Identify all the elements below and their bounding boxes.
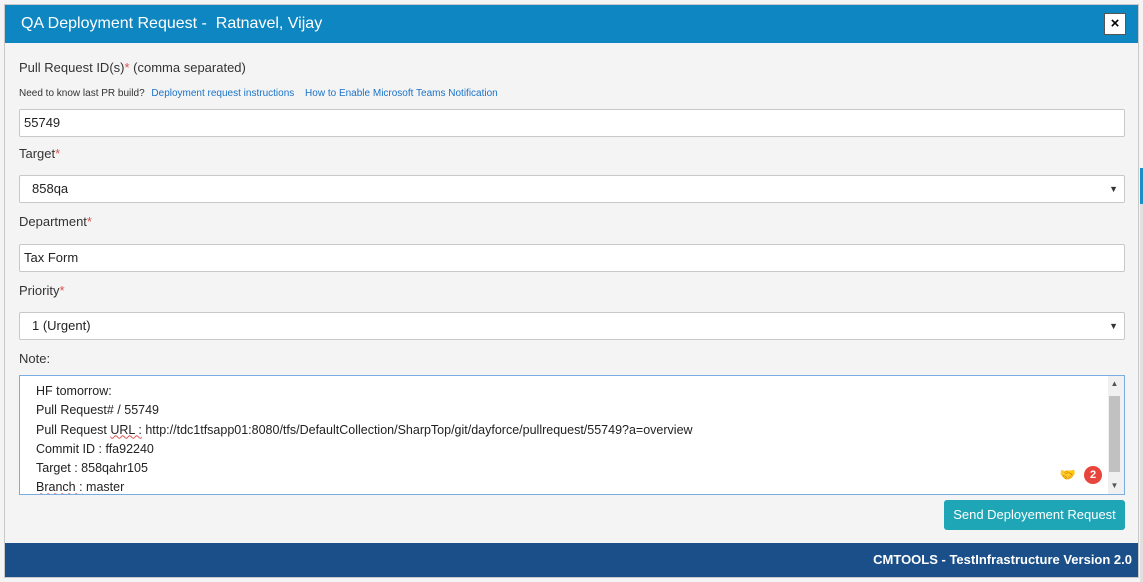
note-line-text: Pull Request	[36, 422, 111, 437]
note-label: Note:	[19, 351, 51, 366]
spellcheck-word: Branch :	[36, 480, 83, 495]
help-prefix: Need to know last PR build?	[19, 88, 145, 99]
target-label: Target*	[19, 146, 60, 161]
priority-label: Priority*	[19, 283, 65, 298]
note-line: Pull Request# / 55749	[36, 403, 160, 418]
required-mark: *	[59, 283, 65, 298]
pull-request-input[interactable]: 55749	[19, 109, 1125, 137]
scroll-up-arrow-icon[interactable]: ▲	[1109, 378, 1120, 390]
dropdown-caret-icon: ▼	[1109, 321, 1118, 331]
pull-request-label: Pull Request ID(s)* (comma separated)	[19, 60, 246, 75]
department-label: Department*	[19, 214, 92, 229]
send-deployment-request-button[interactable]: Send Deployement Request	[944, 500, 1125, 530]
spellcheck-word: URL :	[110, 422, 142, 437]
deployment-request-dialog: QA Deployment Request - Ratnavel, Vijay …	[4, 4, 1139, 578]
dialog-title: QA Deployment Request - Ratnavel, Vijay	[21, 15, 323, 32]
note-line: Commit ID : ffa92240	[36, 441, 154, 456]
target-select[interactable]: 858qa ▼	[19, 175, 1125, 203]
note-line: Pull Request URL : http://tdc1tfsapp01:8…	[36, 421, 693, 440]
dialog-header: QA Deployment Request - Ratnavel, Vijay …	[5, 5, 1138, 43]
note-line-text: master	[82, 480, 125, 495]
priority-label-text: Priority	[19, 283, 60, 298]
pull-request-label-text: Pull Request ID(s)	[19, 60, 125, 75]
scrollbar-thumb[interactable]	[1109, 396, 1120, 472]
scroll-down-arrow-icon[interactable]: ▼	[1109, 480, 1120, 492]
department-label-text: Department	[19, 214, 87, 229]
footer-version-text: CMTOOLS - TestInfrastructure Version 2.0	[873, 552, 1132, 567]
dropdown-caret-icon: ▼	[1109, 184, 1118, 194]
target-value: 858qa	[32, 181, 69, 196]
note-textarea[interactable]: HF tomorrow: Pull Request# / 55749 Pull …	[19, 375, 1125, 495]
pull-request-hint: (comma separated)	[129, 60, 246, 75]
note-content: HF tomorrow: Pull Request# / 55749 Pull …	[36, 382, 693, 495]
note-line: HF tomorrow:	[36, 384, 112, 398]
note-line: Branch : master	[36, 478, 693, 495]
close-button[interactable]: ×	[1104, 13, 1126, 35]
deployment-instructions-link[interactable]: Deployment request instructions	[151, 88, 294, 99]
extension-count-badge[interactable]: 2	[1084, 466, 1102, 484]
teams-notification-link[interactable]: How to Enable Microsoft Teams Notificati…	[305, 88, 498, 99]
priority-value: 1 (Urgent)	[32, 318, 91, 333]
help-line: Need to know last PR build? Deployment r…	[19, 88, 498, 99]
required-mark: *	[55, 146, 61, 161]
note-line: Target : 858qahr105	[36, 461, 148, 476]
required-mark: *	[86, 214, 92, 229]
target-label-text: Target	[19, 146, 56, 161]
note-line-text: http://tdc1tfsapp01:8080/tfs/DefaultColl…	[141, 422, 693, 437]
priority-select[interactable]: 1 (Urgent) ▼	[19, 312, 1125, 340]
dialog-footer: CMTOOLS - TestInfrastructure Version 2.0	[5, 543, 1138, 577]
handshake-extension-icon[interactable]: 🤝	[1060, 467, 1076, 483]
department-input[interactable]: Tax Form	[19, 244, 1125, 272]
